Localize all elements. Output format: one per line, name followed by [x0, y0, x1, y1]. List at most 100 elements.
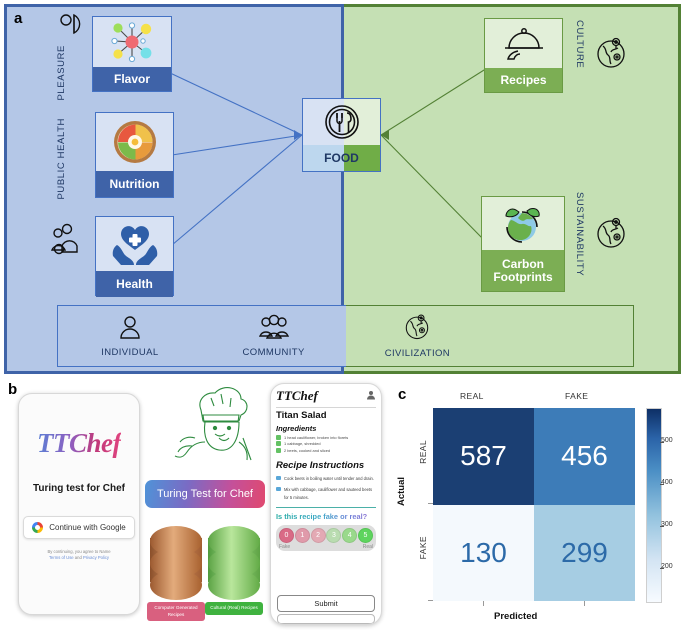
- turing-test-banner: Turing Test for Chef: [145, 480, 265, 508]
- rating-dot-5[interactable]: 5: [357, 527, 373, 543]
- database-cylinder-icon: [208, 526, 260, 600]
- database-label-cultural-real: Cultural (Real) Recipes: [205, 602, 263, 615]
- heart-in-hands-icon: [96, 217, 173, 271]
- panel-a-letter: a: [14, 10, 23, 27]
- matrix-cell-fake-fake: 299: [534, 504, 635, 601]
- ingredient-text: 1 head cauliflower, broken into florets: [284, 434, 349, 440]
- node-flavor-label: Flavor: [93, 67, 171, 91]
- check-icon[interactable]: [276, 434, 281, 440]
- x-tick-real: [483, 601, 484, 606]
- carbon-label-line1: Carbon: [502, 256, 544, 271]
- matrix-cell-real-real: 587: [433, 408, 534, 505]
- google-logo-icon: [32, 522, 44, 533]
- bullet-icon: [276, 487, 281, 492]
- rating-dot-4[interactable]: 4: [342, 527, 358, 543]
- globe-icon: [594, 36, 628, 75]
- section-divider: [276, 506, 376, 508]
- y-tick-real: [428, 503, 433, 504]
- row-header-fake: FAKE: [418, 536, 428, 560]
- row-header-real: REAL: [418, 440, 428, 464]
- panel-b-letter: b: [8, 381, 18, 398]
- taste-tongue-icon: [57, 12, 87, 45]
- rating-dot-2[interactable]: 2: [310, 527, 326, 543]
- scale-band: INDIVIDUAL COMMUNITY CIVILIZATION: [57, 305, 634, 367]
- ingredient-text: 2 beets, cooked and sliced: [284, 447, 331, 453]
- check-icon[interactable]: [276, 441, 281, 446]
- panel-a-conceptual-diagram: a PLEASURE PUBLIC HEALTH Flavor Nutritio…: [0, 0, 685, 378]
- colorbar-tick-500: 500: [661, 437, 673, 444]
- vlabel-public-health: PUBLIC HEALTH: [56, 118, 67, 200]
- band-label-community: COMMUNITY: [242, 347, 305, 358]
- fake-real-rating-scale[interactable]: 0 1 2 3 4 5 Fake Real: [276, 524, 376, 551]
- rating-dot-3[interactable]: 3: [326, 527, 342, 543]
- confusion-matrix-grid: 587 456 130 299: [433, 408, 635, 601]
- privacy-policy-link[interactable]: Privacy Policy: [83, 555, 109, 560]
- node-food-center[interactable]: FOOD: [302, 98, 381, 172]
- node-health[interactable]: Health: [95, 216, 174, 297]
- node-food-label: FOOD: [303, 145, 380, 171]
- instruction-text: Cook beets in boiling water until tender…: [284, 475, 374, 481]
- molecule-network-icon: [93, 17, 171, 67]
- scale-band-right: CIVILIZATION: [345, 305, 634, 367]
- ingredient-item: 1 cabbage, shredded: [276, 441, 376, 446]
- chef-line-drawing-icon: [161, 386, 257, 483]
- band-cell-spacer: [489, 306, 633, 366]
- recipe-body: Titan Salad Ingredients 1 head cauliflow…: [271, 407, 381, 588]
- check-icon[interactable]: [276, 447, 281, 453]
- node-nutrition[interactable]: Nutrition: [95, 112, 174, 198]
- matrix-cell-fake-real: 130: [433, 504, 534, 601]
- band-cell-individual: INDIVIDUAL: [58, 306, 202, 366]
- matrix-cell-real-fake: 456: [534, 408, 635, 505]
- axis-label-actual: Actual: [396, 477, 407, 507]
- band-cell-community: COMMUNITY: [202, 306, 346, 366]
- node-nutrition-label: Nutrition: [96, 171, 173, 197]
- node-carbon-footprints[interactable]: Carbon Footprints: [481, 196, 565, 292]
- node-flavor[interactable]: Flavor: [92, 16, 172, 92]
- col-header-fake: FAKE: [565, 391, 589, 401]
- user-avatar-icon[interactable]: [366, 387, 376, 405]
- node-recipes-label: Recipes: [485, 68, 562, 92]
- x-tick-fake: [584, 601, 585, 606]
- ttchef-logo: TTChef: [276, 388, 318, 403]
- bullet-icon: [276, 475, 281, 480]
- instruction-text: Mix with cabbage, cauliflower and sautee…: [284, 487, 373, 501]
- terms-of-use-link[interactable]: Terms of Use: [49, 555, 74, 560]
- fineprint-and: and: [73, 555, 83, 561]
- ingredient-text: 1 cabbage, shredded: [284, 441, 321, 446]
- database-cylinder-icon: [150, 526, 202, 600]
- rating-dot-1[interactable]: 1: [294, 527, 310, 543]
- login-tagline: Turing test for Chef: [32, 483, 126, 494]
- panel-c-confusion-matrix: c REAL FAKE REAL FAKE Actual Predicted 5…: [390, 378, 685, 630]
- colorbar-tick-400: 400: [661, 479, 673, 486]
- globe-icon: [403, 313, 431, 346]
- secondary-button-partial[interactable]: [277, 614, 375, 624]
- submit-button[interactable]: Submit: [277, 595, 375, 612]
- database-label-computer-generated: Computer Generated Recipes: [147, 602, 205, 622]
- panel-c-letter: c: [398, 386, 407, 403]
- rating-dots: 0 1 2 3 4 5: [279, 527, 373, 543]
- vlabel-pleasure: PLEASURE: [56, 45, 67, 101]
- colorbar: [646, 408, 662, 603]
- banner-label: Turing Test for Chef: [157, 488, 253, 500]
- scale-label-real: Real: [362, 543, 373, 550]
- scale-label-fake: Fake: [279, 543, 291, 550]
- database-computer-generated: Computer Generated Recipes: [147, 526, 205, 622]
- ttchef-logo: TTChef: [37, 428, 122, 458]
- globe-icon: [594, 216, 628, 255]
- band-label-individual: INDIVIDUAL: [101, 347, 159, 358]
- band-label-civilization: CIVILIZATION: [384, 348, 451, 359]
- node-recipes[interactable]: Recipes: [484, 18, 563, 93]
- vlabel-culture: CULTURE: [574, 20, 585, 69]
- continue-with-google-button[interactable]: Continue with Google: [23, 516, 135, 539]
- rating-dot-0[interactable]: 0: [279, 527, 294, 543]
- login-fineprint: By continuing, you agree to Name Terms o…: [29, 549, 129, 562]
- band-cell-civilization: CIVILIZATION: [346, 306, 490, 366]
- middle-illustration-column: Turing Test for Chef Computer Generated …: [145, 386, 265, 622]
- instruction-item: Mix with cabbage, cauliflower and sautee…: [276, 486, 376, 502]
- cloche-serving-tray-icon: [485, 19, 562, 68]
- scale-band-left: INDIVIDUAL COMMUNITY: [57, 305, 346, 367]
- colorbar-tick-200: 200: [661, 563, 673, 570]
- people-group-icon: [50, 222, 86, 261]
- fake-or-real-question: Is this recipe fake or real?: [276, 512, 376, 521]
- node-health-label: Health: [96, 271, 173, 297]
